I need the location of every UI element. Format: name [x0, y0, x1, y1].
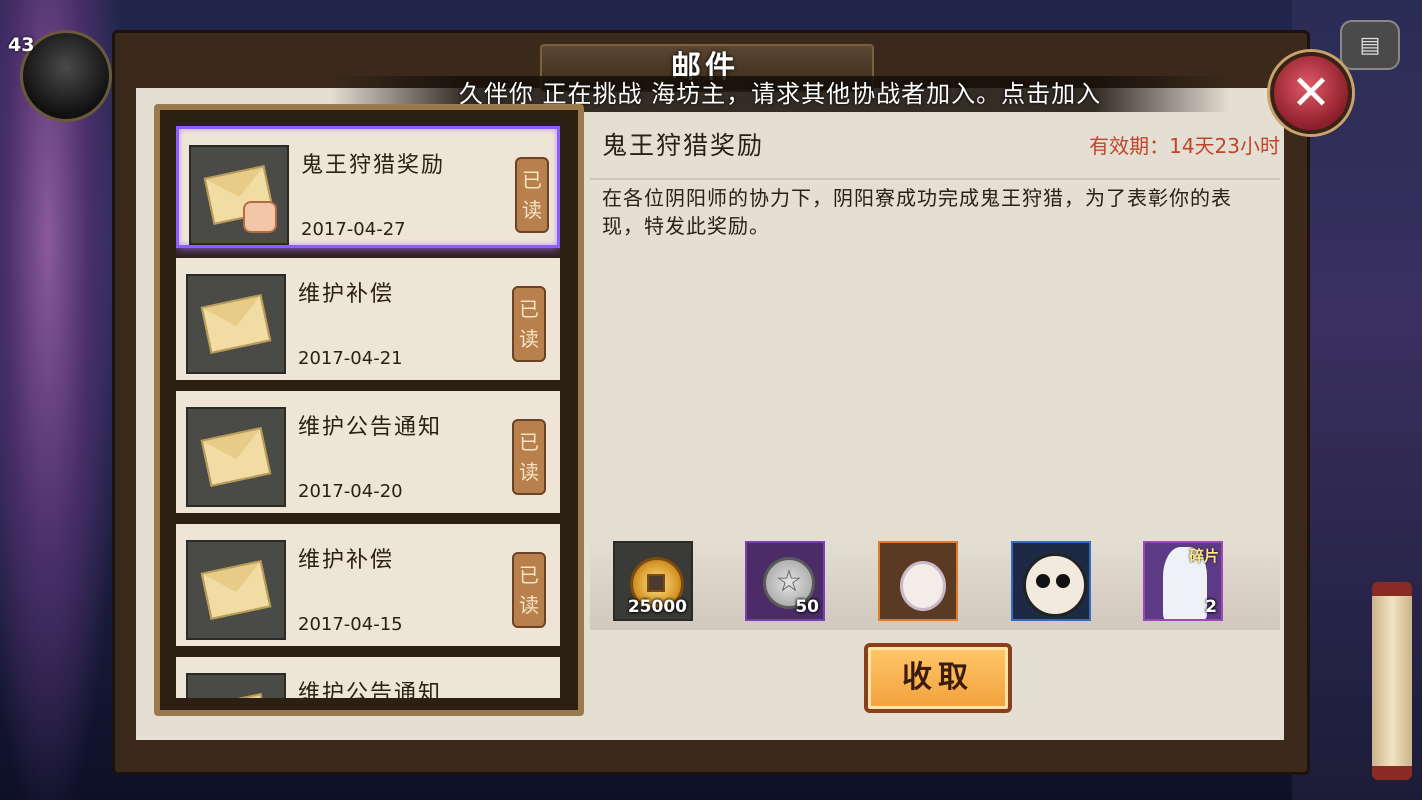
mail-title: 维护补偿	[298, 548, 395, 573]
reward-count: 2	[1205, 597, 1217, 617]
reward-shikigami[interactable]	[878, 541, 958, 621]
envelope-icon	[186, 407, 286, 507]
reward-count: 25000	[627, 597, 687, 617]
reward-count: 50	[795, 597, 819, 617]
envelope-icon	[186, 274, 286, 374]
chat-icon[interactable]: ▤	[1340, 20, 1400, 70]
mail-title: 维护公告通知	[298, 681, 443, 698]
mail-date: 2017-04-27	[301, 219, 406, 240]
reward-fragment[interactable]: 碎片 2	[1143, 541, 1223, 621]
scroll-decoration	[1372, 582, 1412, 780]
mail-title: 维护公告通知	[298, 415, 443, 440]
fragment-label: 碎片	[1188, 547, 1219, 565]
reward-daruma[interactable]	[1011, 541, 1091, 621]
mail-title: 维护补偿	[298, 282, 395, 307]
mail-date: 2017-04-21	[298, 348, 403, 369]
mail-detail-title: 鬼王狩猎奖励	[602, 131, 765, 160]
shikigami-portrait-icon	[900, 561, 946, 611]
player-level: 43	[8, 34, 35, 56]
detail-divider	[590, 178, 1280, 180]
close-icon[interactable]: ✕	[1270, 52, 1352, 134]
read-status-tag: 已读	[515, 157, 549, 233]
mail-date: 2017-04-15	[298, 614, 403, 635]
read-status-tag: 已读	[512, 552, 546, 628]
mail-title: 鬼王狩猎奖励	[301, 153, 446, 178]
mail-date: 2017-04-20	[298, 481, 403, 502]
gift-envelope-icon	[189, 145, 289, 245]
mail-item-2[interactable]: 维护公告通知 2017-04-20 已读	[176, 391, 560, 513]
mail-detail-body: 在各位阴阳师的协力下，阴阳寮成功完成鬼王狩猎，为了表彰你的表现，特发此奖励。	[602, 186, 1232, 238]
mail-list[interactable]: 鬼王狩猎奖励 2017-04-27 已读 维护补偿 2017-04-21 已读 …	[176, 126, 560, 698]
reward-gold[interactable]: 25000	[613, 541, 693, 621]
mail-item-3[interactable]: 维护补偿 2017-04-15 已读	[176, 524, 560, 646]
read-status-tag: 已读	[512, 419, 546, 495]
read-status-tag: 已读	[512, 286, 546, 362]
daruma-icon	[1023, 553, 1087, 617]
envelope-icon	[186, 540, 286, 640]
reward-pentagram[interactable]: ☆ 50	[745, 541, 825, 621]
mail-item-0[interactable]: 鬼王狩猎奖励 2017-04-27 已读	[176, 126, 560, 248]
mail-expiry: 有效期：14天23小时	[1089, 134, 1280, 158]
envelope-icon	[186, 673, 286, 698]
collect-button[interactable]: 收取	[864, 643, 1012, 713]
mail-item-4[interactable]: 维护公告通知	[176, 657, 560, 698]
mail-item-1[interactable]: 维护补偿 2017-04-21 已读	[176, 258, 560, 380]
